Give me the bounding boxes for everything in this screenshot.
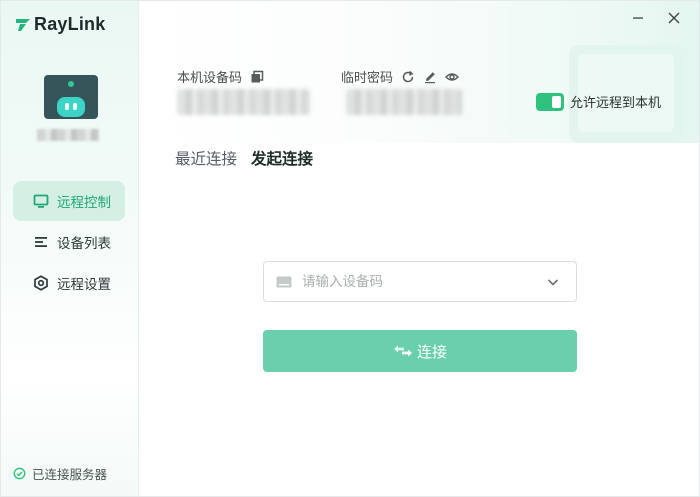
avatar-antenna bbox=[68, 81, 74, 87]
app-window: RayLink 远程控制 设备列表 远程设置 已连接服务器 本机设备码 临时密码… bbox=[0, 0, 700, 497]
close-icon[interactable] bbox=[667, 11, 681, 25]
toggle-knob bbox=[552, 95, 561, 108]
device-code-label: 本机设备码 bbox=[177, 67, 264, 86]
connection-tabs: 最近连接 发起连接 bbox=[175, 147, 313, 169]
monitor-icon bbox=[33, 194, 49, 208]
allow-remote-control: 允许远程到本机 bbox=[536, 92, 661, 111]
server-status-text: 已连接服务器 bbox=[32, 467, 108, 482]
avatar-eye-left bbox=[65, 103, 69, 110]
sidebar-item-remote-settings[interactable]: 远程设置 bbox=[13, 263, 125, 303]
tab-start-connection[interactable]: 发起连接 bbox=[251, 147, 313, 169]
device-code-label-text: 本机设备码 bbox=[177, 71, 243, 86]
minimize-icon[interactable] bbox=[631, 11, 645, 25]
connect-button[interactable]: 连接 bbox=[263, 330, 577, 372]
sidebar: RayLink 远程控制 设备列表 远程设置 已连接服务器 bbox=[1, 1, 139, 496]
eye-icon[interactable] bbox=[445, 70, 460, 84]
user-name-blurred bbox=[37, 129, 99, 141]
sidebar-item-remote-control[interactable]: 远程控制 bbox=[13, 181, 125, 221]
allow-remote-label: 允许远程到本机 bbox=[570, 96, 662, 111]
tab-recent-connections[interactable]: 最近连接 bbox=[175, 147, 237, 169]
chevron-down-icon[interactable] bbox=[546, 275, 560, 289]
sidebar-item-label: 设备列表 bbox=[57, 236, 111, 252]
keyboard-icon bbox=[276, 276, 292, 287]
device-code-input[interactable] bbox=[302, 273, 532, 290]
temp-password-value-blurred bbox=[346, 89, 462, 115]
header: 本机设备码 临时密码 允许远程到本机 bbox=[140, 1, 699, 143]
sidebar-item-label: 远程设置 bbox=[57, 277, 111, 293]
connect-button-label: 连接 bbox=[416, 342, 447, 361]
sidebar-nav: 远程控制 设备列表 远程设置 bbox=[13, 181, 125, 303]
raylink-logo-icon bbox=[16, 19, 30, 31]
device-code-combobox[interactable] bbox=[263, 261, 577, 302]
allow-remote-toggle[interactable] bbox=[536, 92, 564, 111]
temp-password-label-text: 临时密码 bbox=[341, 71, 394, 86]
avatar[interactable] bbox=[44, 75, 98, 119]
app-name: RayLink bbox=[34, 13, 106, 34]
copy-icon[interactable] bbox=[250, 70, 264, 84]
avatar-eye-right bbox=[73, 103, 77, 110]
device-code-value-blurred bbox=[177, 89, 310, 115]
check-circle-icon bbox=[13, 467, 26, 480]
sidebar-item-label: 远程控制 bbox=[57, 195, 111, 211]
edit-pencil-icon[interactable] bbox=[423, 70, 437, 84]
temp-password-label: 临时密码 bbox=[341, 67, 460, 86]
refresh-icon[interactable] bbox=[401, 70, 415, 84]
settings-hex-icon bbox=[34, 275, 48, 291]
app-logo: RayLink bbox=[15, 13, 105, 35]
window-controls bbox=[631, 11, 681, 25]
sidebar-item-device-list[interactable]: 设备列表 bbox=[13, 222, 125, 262]
avatar-face bbox=[57, 97, 85, 117]
swap-arrows-icon bbox=[393, 345, 412, 357]
server-status: 已连接服务器 bbox=[13, 464, 107, 483]
list-icon bbox=[35, 237, 47, 247]
